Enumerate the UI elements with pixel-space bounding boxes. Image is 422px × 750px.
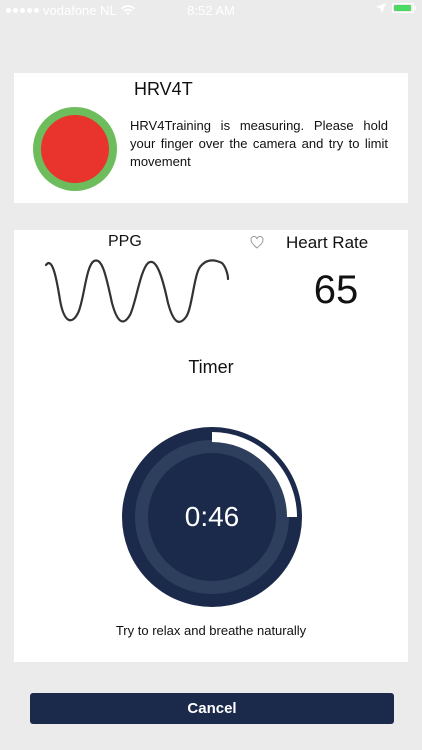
ppg-label: PPG xyxy=(108,233,142,250)
cancel-button[interactable]: Cancel xyxy=(30,693,394,724)
heart-rate-value: 65 xyxy=(313,268,359,312)
status-time: 8:52 AM xyxy=(187,3,235,18)
page-title: HRV4T xyxy=(134,79,193,99)
location-arrow-icon xyxy=(376,3,386,13)
instruction-text: Try to relax and breathe naturally xyxy=(115,623,307,638)
battery-icon xyxy=(392,3,416,13)
timer-card: Timer 0:46 Try to relax and breathe natu… xyxy=(14,324,408,662)
status-right xyxy=(376,3,416,13)
battery-level xyxy=(394,5,412,11)
measuring-card: HRV4T HRV4Training is measuring. Please … xyxy=(14,73,408,203)
heart-outline-icon xyxy=(250,236,264,249)
timer-value: 0:46 xyxy=(184,501,240,532)
ppg-waveform xyxy=(44,259,230,323)
status-bar: vodafone NL 8:52 AM xyxy=(0,0,422,22)
heart-rate-label: Heart Rate xyxy=(286,233,369,252)
measuring-message: HRV4Training is measuring. Please hold y… xyxy=(130,118,388,169)
recording-dot-icon xyxy=(33,107,117,191)
timer-label: Timer xyxy=(188,357,234,377)
ppg-heart-rate-card: PPG Heart Rate 65 xyxy=(14,230,408,324)
